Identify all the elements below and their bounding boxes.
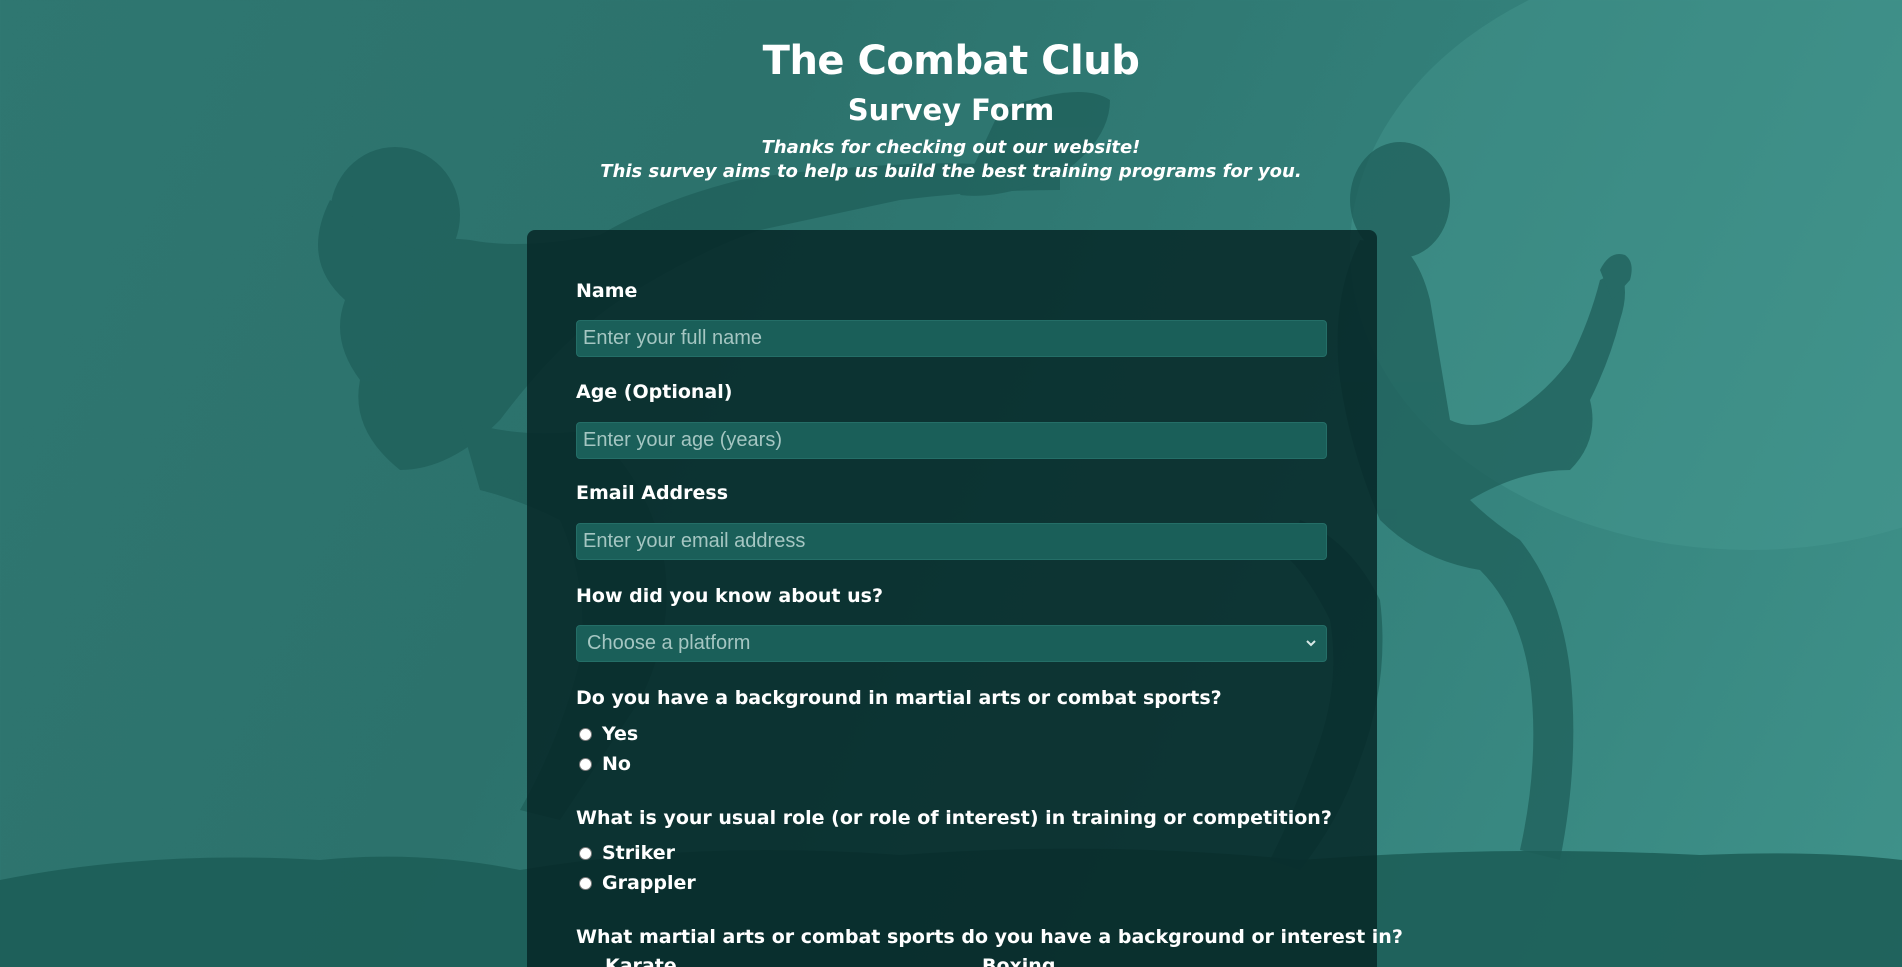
arts-question-label: What martial arts or combat sports do yo… [576, 926, 1403, 948]
radio-button[interactable] [579, 727, 592, 741]
role-question-label: What is your usual role (or role of inte… [576, 807, 1332, 829]
arts-option-karate[interactable]: Karate [605, 955, 677, 967]
background-option-yes[interactable]: Yes [579, 721, 638, 747]
referral-label: How did you know about us? [576, 585, 883, 607]
background-option-no[interactable]: No [579, 751, 631, 777]
radio-button[interactable] [579, 876, 592, 890]
age-label: Age (Optional) [576, 381, 733, 403]
description-line-1: Thanks for checking out our website! [761, 137, 1141, 158]
age-input[interactable] [576, 422, 1327, 459]
background-question-label: Do you have a background in martial arts… [576, 687, 1222, 709]
arts-option-label: Karate [605, 955, 677, 967]
referral-select[interactable]: Choose a platform [576, 625, 1327, 662]
email-input[interactable] [576, 523, 1327, 560]
chevron-down-icon [1306, 640, 1316, 647]
referral-select-value: Choose a platform [587, 632, 751, 654]
arts-option-label: Boxing [982, 955, 1056, 967]
background-option-label: No [602, 753, 631, 775]
radio-button[interactable] [579, 846, 592, 860]
role-option-label: Grappler [602, 872, 696, 894]
page-subtitle: Survey Form [847, 93, 1055, 127]
role-option-label: Striker [602, 842, 676, 864]
arts-option-boxing[interactable]: Boxing [982, 955, 1055, 967]
survey-form: Name Age (Optional) Email Address How di… [527, 230, 1403, 967]
role-option-striker[interactable]: Striker [579, 840, 675, 866]
role-option-grappler[interactable]: Grappler [579, 870, 696, 896]
background-option-label: Yes [602, 723, 639, 745]
name-label: Name [576, 280, 638, 302]
page-description: Thanks for checking out our website! Thi… [0, 136, 1902, 184]
description-line-2: This survey aims to help us build the be… [600, 161, 1302, 182]
page-title: The Combat Club [762, 38, 1140, 84]
radio-button[interactable] [579, 757, 592, 771]
email-label: Email Address [576, 482, 729, 504]
name-input[interactable] [576, 320, 1327, 357]
